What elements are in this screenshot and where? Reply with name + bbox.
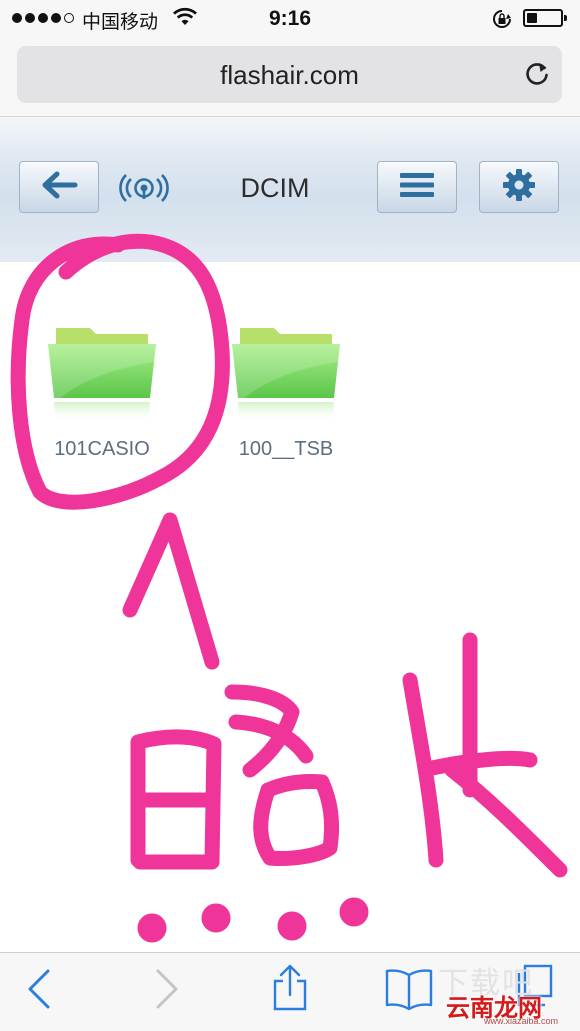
folder-item[interactable]: 101CASIO xyxy=(32,318,172,468)
folder-name: 101CASIO xyxy=(54,438,150,460)
status-bar: 中国移动 9:16 xyxy=(0,0,580,38)
menu-button[interactable] xyxy=(377,161,457,213)
folder-item[interactable]: 100__TSB xyxy=(216,318,356,468)
browser-address-area: flashair.com xyxy=(0,38,580,117)
app-header: DCIM xyxy=(0,117,580,262)
settings-button[interactable] xyxy=(479,161,559,213)
url-text[interactable]: flashair.com xyxy=(17,60,562,91)
page-title: DCIM xyxy=(240,173,310,203)
annotation-char-zhao xyxy=(130,684,340,870)
share-icon[interactable] xyxy=(270,963,310,1018)
folder-icon xyxy=(230,318,342,429)
flashair-wireless-logo-icon xyxy=(118,171,170,210)
reload-icon[interactable] xyxy=(524,60,550,93)
hamburger-menu-icon xyxy=(397,170,437,205)
bookmarks-icon[interactable] xyxy=(384,967,434,1016)
annotation-arrow xyxy=(122,512,220,670)
left-arrow-icon xyxy=(39,170,79,205)
address-bar[interactable]: flashair.com xyxy=(17,46,562,103)
folder-icon xyxy=(46,318,158,429)
watermark-url: www.xiazaiba.com xyxy=(484,1016,559,1026)
forward-chevron-icon[interactable] xyxy=(152,967,182,1016)
back-chevron-icon[interactable] xyxy=(24,967,54,1016)
folder-name: 100__TSB xyxy=(238,438,334,460)
battery-icon xyxy=(523,9,567,27)
back-button[interactable] xyxy=(19,161,99,213)
gear-icon xyxy=(501,167,537,208)
annotation-char-pian xyxy=(402,632,568,878)
rotation-lock-icon xyxy=(491,9,513,35)
